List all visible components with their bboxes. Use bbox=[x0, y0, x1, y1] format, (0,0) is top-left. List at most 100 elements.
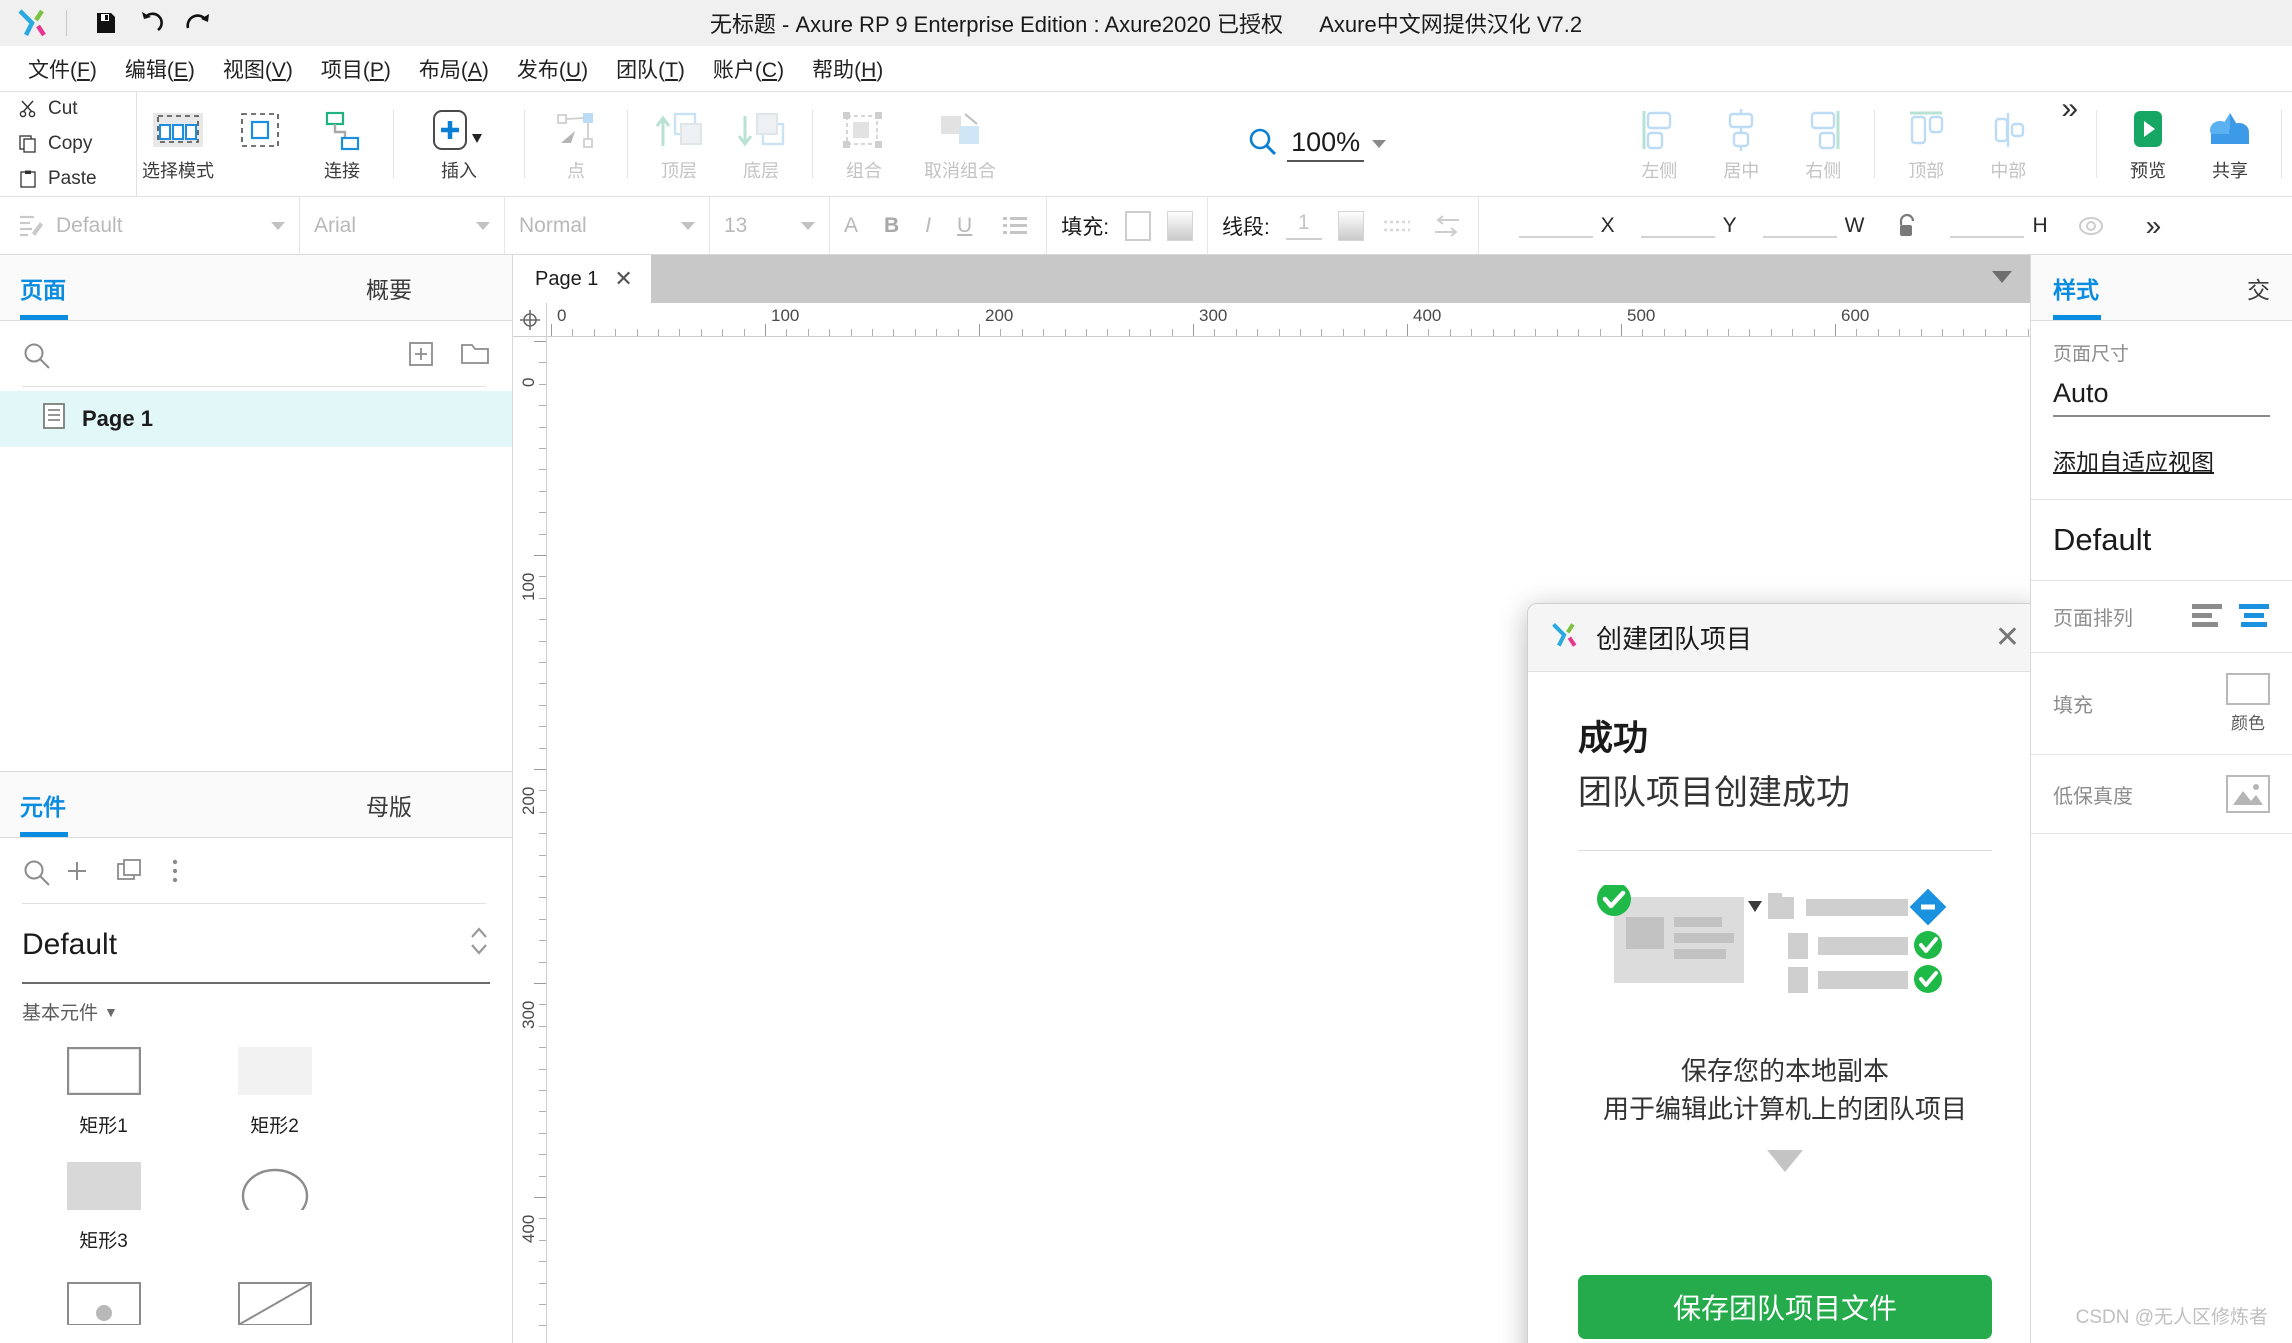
style-selector[interactable]: Default bbox=[0, 197, 300, 254]
font-family-selector[interactable]: Arial bbox=[300, 197, 505, 254]
menu-item-help[interactable]: 帮助(H) bbox=[798, 50, 897, 88]
tab-style[interactable]: 样式 bbox=[2031, 255, 2121, 320]
close-icon[interactable]: ✕ bbox=[1995, 622, 2020, 653]
library-overflow-icon[interactable] bbox=[170, 858, 180, 889]
duplicate-library-icon[interactable] bbox=[116, 858, 144, 889]
canvas-tabs-overflow-icon[interactable] bbox=[1992, 271, 2012, 283]
h-field[interactable]: H bbox=[1950, 214, 2048, 238]
chevron-down-icon[interactable] bbox=[801, 221, 815, 230]
share-button[interactable]: 共享 bbox=[2189, 92, 2271, 196]
chevron-down-icon[interactable] bbox=[681, 221, 695, 230]
connect-button[interactable]: 连接 bbox=[301, 92, 383, 196]
chevron-down-icon[interactable] bbox=[1372, 140, 1387, 148]
vertical-ruler[interactable]: 0 100 200 300 400 bbox=[513, 337, 547, 1343]
bold-button[interactable]: B bbox=[884, 214, 899, 238]
bring-to-front-button[interactable]: 顶层 bbox=[638, 92, 720, 196]
align-left-button[interactable]: 左侧 bbox=[1618, 92, 1700, 196]
menu-item-project[interactable]: 项目(P) bbox=[307, 50, 405, 88]
search-icon[interactable] bbox=[22, 341, 396, 371]
preview-button[interactable]: 预览 bbox=[2107, 92, 2189, 196]
library-selector[interactable]: Default bbox=[22, 908, 490, 984]
fill-color-swatch[interactable] bbox=[2226, 673, 2270, 705]
chevron-down-icon[interactable] bbox=[476, 221, 490, 230]
lofi-image-icon[interactable] bbox=[2226, 775, 2270, 813]
save-team-project-button[interactable]: 保存团队项目文件 bbox=[1578, 1275, 1992, 1339]
menu-item-account[interactable]: 账户(C) bbox=[699, 50, 798, 88]
undo-icon[interactable] bbox=[129, 6, 175, 40]
point-button[interactable]: 点 bbox=[535, 92, 617, 196]
fill-color-swatch[interactable] bbox=[1125, 210, 1152, 241]
align-right-button[interactable]: 右侧 bbox=[1782, 92, 1864, 196]
widget-item[interactable]: 矩形3 bbox=[18, 1150, 189, 1265]
add-page-icon[interactable] bbox=[408, 341, 434, 372]
line-width-input[interactable]: 1 bbox=[1285, 211, 1322, 240]
paste-button[interactable]: Paste bbox=[18, 163, 136, 196]
library-group-header[interactable]: 基本元件 ▼ bbox=[0, 984, 512, 1029]
menu-item-edit[interactable]: 编辑(E) bbox=[111, 50, 209, 88]
fill-gradient-swatch[interactable] bbox=[1167, 210, 1194, 241]
tab-outline[interactable]: 概要 bbox=[266, 255, 512, 320]
underline-button[interactable]: U bbox=[957, 214, 972, 238]
copy-button[interactable]: Copy bbox=[18, 128, 136, 161]
group-button[interactable]: 组合 bbox=[823, 92, 905, 196]
search-icon[interactable] bbox=[22, 858, 52, 888]
widget-item[interactable] bbox=[18, 1265, 189, 1337]
chevron-down-icon[interactable] bbox=[271, 221, 285, 230]
visibility-eye-icon[interactable] bbox=[2074, 209, 2108, 243]
x-field[interactable]: X bbox=[1518, 214, 1615, 238]
canvas-tab[interactable]: Page 1 ✕ bbox=[513, 255, 651, 303]
font-color-button[interactable]: A bbox=[844, 214, 858, 238]
redo-icon[interactable] bbox=[175, 6, 221, 40]
lock-aspect-icon[interactable] bbox=[1890, 209, 1924, 243]
align-top-button[interactable]: 顶部 bbox=[1885, 92, 1967, 196]
zoom-value[interactable]: 100% bbox=[1287, 127, 1365, 162]
align-center-icon[interactable] bbox=[2238, 601, 2270, 632]
toolbar-divider-3 bbox=[627, 110, 628, 178]
zoom-control[interactable]: 100% bbox=[1241, 92, 1392, 196]
line-arrow-icon[interactable] bbox=[1430, 209, 1464, 243]
cut-button[interactable]: Cut bbox=[18, 93, 136, 126]
align-left-icon[interactable] bbox=[2192, 601, 2224, 632]
page-tree-item[interactable]: Page 1 bbox=[0, 391, 512, 447]
add-library-icon[interactable] bbox=[64, 858, 90, 889]
line-color-swatch[interactable] bbox=[1337, 210, 1364, 241]
tab-widgets[interactable]: 元件 bbox=[0, 772, 266, 837]
line-style-icon[interactable] bbox=[1380, 209, 1414, 243]
close-icon[interactable]: ✕ bbox=[614, 266, 632, 292]
widget-item[interactable]: 矩形1 bbox=[18, 1035, 189, 1150]
menu-item-layout[interactable]: 布局(A) bbox=[405, 50, 503, 88]
tab-masters[interactable]: 母版 bbox=[266, 772, 512, 837]
insert-button[interactable]: 插入 bbox=[404, 92, 514, 196]
toolbar-overflow-button[interactable]: » bbox=[2049, 92, 2086, 196]
horizontal-ruler[interactable]: 0100200300400500600700 bbox=[547, 303, 2030, 336]
send-to-back-button[interactable]: 底层 bbox=[720, 92, 802, 196]
ungroup-button[interactable]: 取消组合 bbox=[905, 92, 1015, 196]
bullet-list-icon[interactable] bbox=[998, 209, 1032, 243]
tab-interactions[interactable]: 交 bbox=[2225, 255, 2292, 320]
add-adaptive-view-link[interactable]: 添加自适应视图 bbox=[2053, 443, 2214, 477]
select-contained-button[interactable] bbox=[219, 92, 301, 196]
italic-button[interactable]: I bbox=[925, 214, 931, 238]
align-middle-button[interactable]: 中部 bbox=[1967, 92, 2049, 196]
ruler-origin-icon[interactable] bbox=[513, 303, 547, 336]
y-field[interactable]: Y bbox=[1640, 214, 1737, 238]
widget-item[interactable]: 矩形2 bbox=[189, 1035, 360, 1150]
menu-item-view[interactable]: 视图(V) bbox=[209, 50, 307, 88]
formatbar-overflow-button[interactable]: » bbox=[2134, 210, 2170, 242]
save-icon[interactable] bbox=[83, 6, 129, 40]
menu-item-publish[interactable]: 发布(U) bbox=[503, 50, 602, 88]
widget-item[interactable] bbox=[189, 1150, 360, 1265]
stepper-icon[interactable] bbox=[468, 924, 490, 966]
add-folder-icon[interactable] bbox=[460, 341, 490, 372]
w-field[interactable]: W bbox=[1762, 214, 1864, 238]
tab-pages[interactable]: 页面 bbox=[0, 255, 266, 320]
fill-control[interactable]: 颜色 bbox=[2226, 673, 2270, 734]
page-size-value[interactable]: Auto bbox=[2053, 378, 2270, 417]
menu-item-file[interactable]: 文件(F) bbox=[14, 50, 111, 88]
font-size-selector[interactable]: 13 bbox=[710, 197, 830, 254]
menu-item-team[interactable]: 团队(T) bbox=[602, 50, 699, 88]
align-center-button[interactable]: 居中 bbox=[1700, 92, 1782, 196]
font-weight-selector[interactable]: Normal bbox=[505, 197, 710, 254]
widget-item[interactable] bbox=[189, 1265, 360, 1337]
select-mode-button[interactable]: 选择模式 bbox=[137, 92, 219, 196]
